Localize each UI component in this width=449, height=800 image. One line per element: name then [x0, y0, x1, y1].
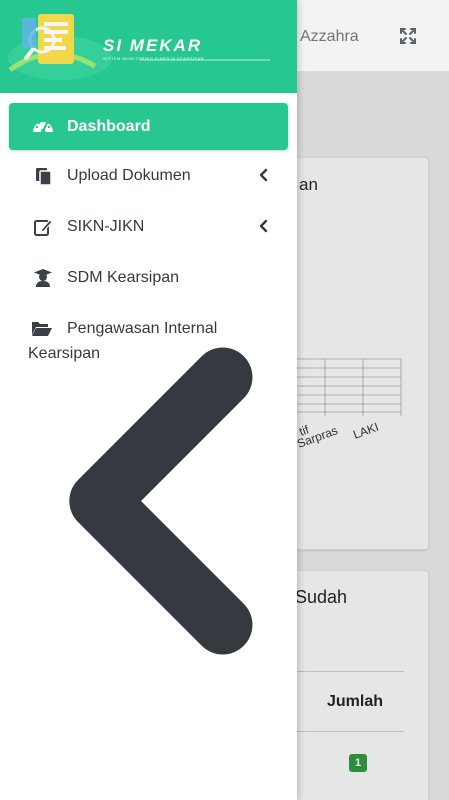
chart-grid: tif Sarpras LAKI: [281, 358, 402, 451]
sidebar-item-sikn-jikn[interactable]: SIKN-JIKN: [0, 201, 297, 252]
brand-tagline: SISTEM MONITORING KINERJA KEARSIPAN: [103, 56, 204, 61]
sidebar-item-label: Kearsipan: [28, 345, 101, 362]
chevron-left-icon: [259, 219, 268, 233]
sidebar-item-label: Dashboard: [67, 118, 151, 135]
table-card: Sudah Jumlah 1: [280, 570, 429, 800]
column-header-jumlah: Jumlah: [327, 693, 384, 710]
sidebar: SI MEKAR SISTEM MONITORING KINERJA KEARS…: [0, 0, 297, 800]
brand-logo[interactable]: SI MEKAR SISTEM MONITORING KINERJA KEARS…: [0, 0, 297, 93]
count-badge: 1: [349, 754, 367, 772]
sidebar-item-label: Pengawasan Internal: [67, 320, 218, 337]
user-graduate-icon: [34, 269, 52, 287]
copy-icon: [36, 168, 52, 186]
x-tick-label: LAKI: [351, 420, 380, 442]
sidebar-item-label: SDM Kearsipan: [67, 269, 180, 286]
tachometer-icon: [33, 119, 53, 133]
sidebar-item-label: SIKN-JIKN: [67, 218, 145, 235]
sidebar-item-label: Upload Dokumen: [67, 167, 191, 184]
brand-name: SI MEKAR: [103, 36, 203, 55]
sidebar-item-upload-dokumen[interactable]: Upload Dokumen: [0, 150, 297, 201]
sidebar-nav: Dashboard Upload Dokumen SIKN-JIKN SDM K…: [0, 103, 297, 655]
sidebar-item-dashboard[interactable]: Dashboard: [9, 103, 288, 150]
edit-icon: [34, 219, 53, 236]
chart-card: an tif Sarpras LAKI: [280, 157, 429, 550]
table-card-title: Sudah: [295, 587, 348, 607]
divider: [281, 731, 404, 732]
fullscreen-icon[interactable]: [399, 27, 417, 45]
sidebar-item-pengawasan-internal[interactable]: Pengawasan Internal Kearsipan: [0, 303, 297, 655]
divider: [281, 671, 404, 672]
folder-open-icon: [32, 322, 52, 336]
user-name[interactable]: Azzahra: [300, 28, 359, 46]
chevron-left-icon: [259, 168, 268, 182]
sidebar-item-sdm-kearsipan[interactable]: SDM Kearsipan: [0, 252, 297, 303]
